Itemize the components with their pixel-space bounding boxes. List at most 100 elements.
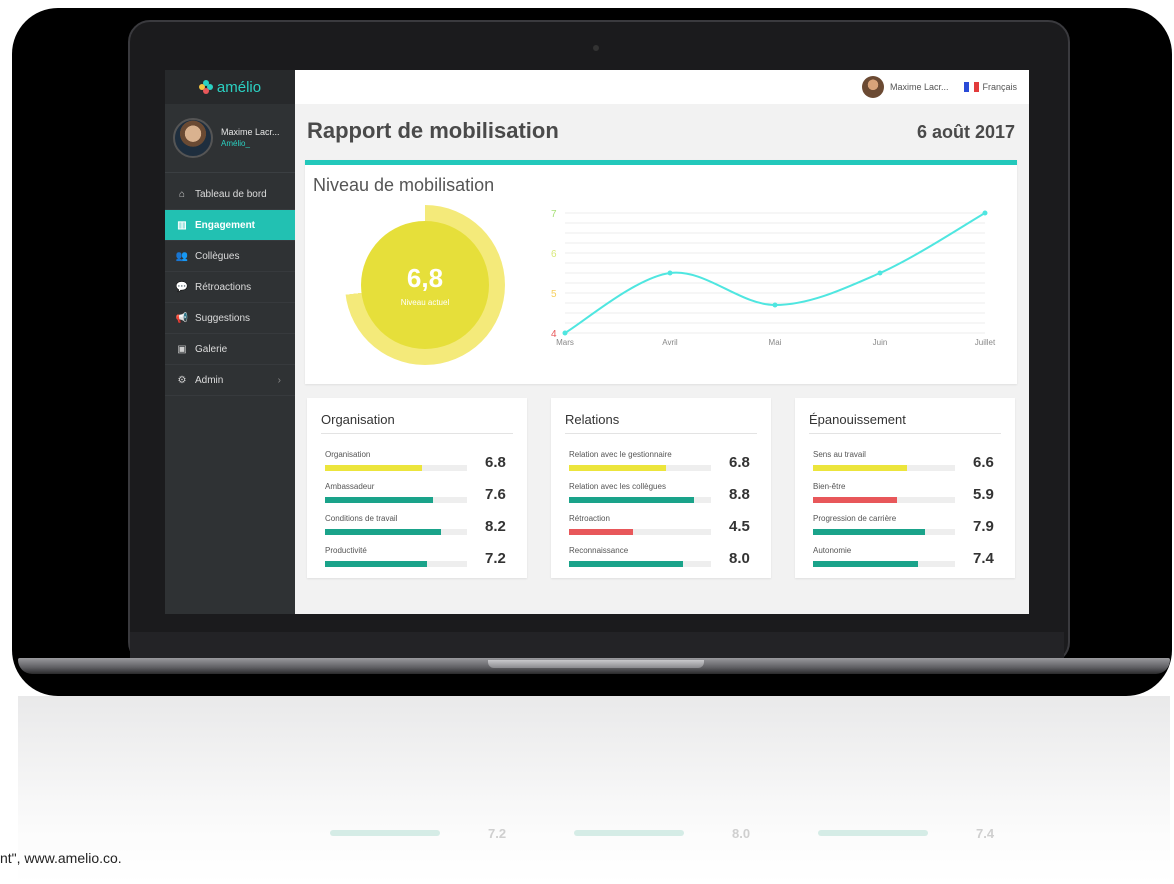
metric-label: Productivité [325,546,367,555]
metric-value: 6.8 [729,454,750,471]
users-icon: 👥 [175,250,189,262]
metric-row[interactable]: Rétroaction 4.5 [569,514,769,544]
y-tick-label: 5 [551,289,557,300]
y-tick-label: 7 [551,209,557,220]
metric-bar-fill [813,529,926,535]
metric-row[interactable]: Productivité 7.2 [325,546,525,576]
report-date: 6 août 2017 [916,122,1015,142]
x-tick-label: Mai [769,338,782,347]
metric-row[interactable]: Organisation 6.8 [325,450,525,480]
gauge-label: Niveau actuel [400,298,450,307]
category-title: Relations [565,412,757,434]
mobilisation-gauge: 6,8 Niveau actuel [345,205,505,365]
metric-row[interactable]: Ambassadeur 7.6 [325,482,525,512]
mobilisation-heading: Niveau de mobilisation [313,175,495,195]
top-bar: Maxime Lacr... Français [295,70,1029,104]
megaphone-icon: 📢 [175,312,189,324]
metric-label: Organisation [325,450,371,459]
data-point [772,302,778,308]
metric-row[interactable]: Bien-être 5.9 [813,482,1013,512]
metric-bar-track [813,497,955,503]
logo-icon [198,80,213,94]
sidebar-nav: ⌂ Tableau de bord ▥ Engagement 👥 Collègues 💬 Ré… [165,173,295,396]
sidebar-item-tableau-de-bord[interactable]: ⌂ Tableau de bord [165,179,295,210]
metric-bar-fill [813,497,897,503]
metric-bar-track [325,529,467,535]
sidebar-item-suggestions[interactable]: 📢 Suggestions [165,303,295,334]
sidebar-item-admin[interactable]: ⚙ Admin › [165,365,295,396]
metric-label: Bien-être [813,482,846,491]
chevron-right-icon: › [277,374,281,386]
laptop-notch [488,660,704,668]
sidebar-item-engagement[interactable]: ▥ Engagement [165,210,295,241]
user-menu[interactable]: Maxime Lacr... [890,82,949,92]
metric-label: Reconnaissance [569,546,629,555]
user-avatar[interactable] [861,76,884,98]
sidebar-item-collègues[interactable]: 👥 Collègues [165,241,295,272]
avatar [173,118,213,158]
metric-bar-fill [325,529,442,535]
app-logo[interactable]: amélio [165,70,295,104]
sidebar-item-label: Tableau de bord [195,188,267,200]
metric-row[interactable]: Autonomie 7.4 [813,546,1013,576]
category-card: Épanouissement Sens au travail 6.6 Bien-êtr… [795,398,1015,578]
metric-label: Rétroaction [569,514,610,523]
metric-value: 5.9 [973,486,994,503]
metric-row[interactable]: Conditions de travail 8.2 [325,514,525,544]
metric-label: Ambassadeur [325,482,375,491]
metric-value: 7.2 [485,550,506,567]
metric-value: 7.9 [973,518,994,535]
sidebar-item-label: Galerie [195,343,228,355]
metric-row[interactable]: Relation avec les collègues 8.8 [569,482,769,512]
mobilisation-line-chart: 4567Mars Avril Mai Juin Juillet [551,209,996,347]
data-point [982,210,988,216]
metric-row[interactable]: Relation avec le gestionnaire 6.8 [569,450,769,480]
metric-value: 6.8 [485,454,506,471]
metric-bar-track [813,561,955,567]
sidebar-profile[interactable]: Maxime Lacr... Amélio_ [165,104,295,173]
x-tick-label: Juillet [975,338,996,347]
home-icon: ⌂ [178,188,186,200]
metric-value: 7.6 [485,486,506,503]
gear-icon: ⚙ [177,374,187,386]
language-selector[interactable]: Français [982,82,1017,92]
metric-label: Progression de carrière [813,514,897,523]
data-point [877,270,883,276]
sidebar-item-galerie[interactable]: ▣ Galerie [165,334,295,365]
metric-bar-track [325,465,467,471]
metric-label: Relation avec les collègues [569,482,666,491]
metric-label: Autonomie [813,546,852,555]
metric-bar-fill [569,561,683,567]
metric-row[interactable]: Sens au travail 6.6 [813,450,1013,480]
french-flag-icon [964,82,979,92]
gallery-icon: ▣ [177,343,187,355]
metric-value: 7.4 [973,550,994,567]
metric-bar-track [569,561,711,567]
gauge-value: 6,8 [406,263,444,293]
metric-value: 8.0 [729,550,750,567]
metric-label: Relation avec le gestionnaire [569,450,672,459]
metric-row[interactable]: Progression de carrière 7.9 [813,514,1013,544]
sidebar: amélio Maxime Lacr... Amélio_ ⌂ Tableau d… [165,70,295,614]
metric-label: Conditions de travail [325,514,398,523]
data-point [562,330,568,336]
chart-icon: ▥ [177,219,187,231]
metric-label: Sens au travail [813,450,866,459]
sidebar-item-label: Suggestions [195,312,251,324]
metric-bar-track [325,561,467,567]
reflection-value: 7.4 [976,826,995,841]
comments-icon: 💬 [175,281,189,293]
sidebar-item-rétroactions[interactable]: 💬 Rétroactions [165,272,295,303]
sidebar-item-label: Admin [195,374,224,386]
metric-bar-track [813,465,955,471]
metric-row[interactable]: Reconnaissance 8.0 [569,546,769,576]
x-tick-label: Avril [662,338,678,347]
metric-value: 8.2 [485,518,506,535]
y-tick-label: 6 [551,249,557,260]
metric-bar-fill [569,465,666,471]
category-card: Relations Relation avec le gestionnaire 6.… [551,398,771,578]
metric-bar-fill [569,529,633,535]
laptop-reflection: 7.2 8.0 7.4 [18,696,1170,884]
main-content: Rapport de mobilisation 6 août 2017 Nive… [295,104,1029,614]
page-title: Rapport de mobilisation [307,118,559,143]
